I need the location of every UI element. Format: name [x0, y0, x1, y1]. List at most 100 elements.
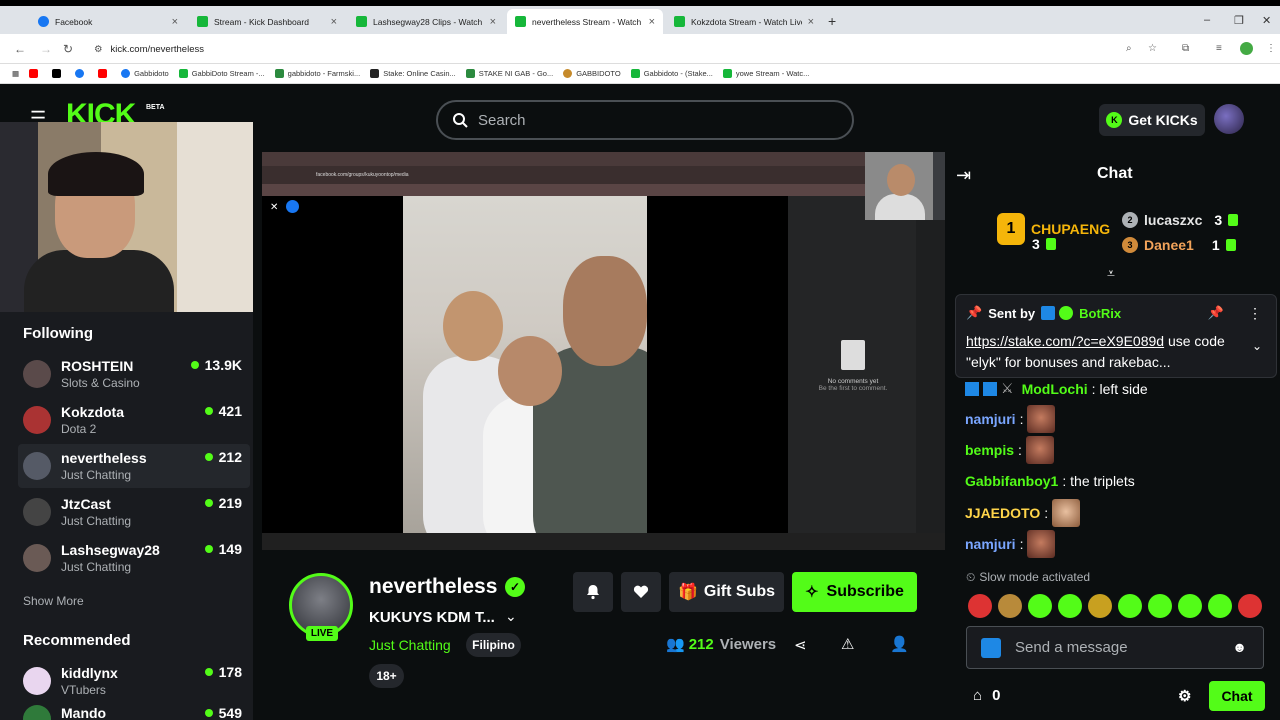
chat-message-input[interactable]: Send a message ☻: [966, 626, 1264, 669]
emote-icon[interactable]: [1118, 594, 1142, 618]
emote-icon[interactable]: [1238, 594, 1262, 618]
sidebar-item-kiddlynx[interactable]: kiddlynx VTubers 178: [18, 659, 250, 703]
emote-icon: [1027, 530, 1056, 558]
bookmark-3[interactable]: Stake: Online Casin...: [370, 69, 456, 78]
show-more-link[interactable]: Show More: [23, 594, 84, 608]
report-icon[interactable]: ⚠: [841, 635, 854, 653]
gift-subs-button[interactable]: 🎁 Gift Subs: [669, 572, 784, 612]
stream-title: KUKUYS KDM T...: [369, 609, 495, 626]
profile-avatar[interactable]: [1240, 42, 1253, 55]
sidebar-item-lashsegway28[interactable]: Lashsegway28 Just Chatting 149: [18, 536, 250, 580]
browser-tab-kick-dashboard[interactable]: Stream - Kick Dashboard ×: [189, 9, 345, 34]
live-dot-icon: [204, 668, 213, 676]
channel-name[interactable]: nevertheless: [369, 575, 497, 599]
beta-label: BETA: [146, 104, 165, 111]
verified-bot-icon: [1059, 306, 1074, 320]
unpin-icon[interactable]: 📌: [1208, 305, 1224, 321]
media-icon[interactable]: ≡: [1216, 43, 1222, 54]
emote-icon[interactable]: [1058, 594, 1082, 618]
close-tab-icon[interactable]: ×: [490, 16, 496, 28]
extensions-icon[interactable]: ⧉: [1182, 43, 1189, 54]
chat-settings-icon[interactable]: ⚙: [1178, 687, 1191, 705]
chrome-menu-icon[interactable]: ⋮: [1266, 43, 1276, 54]
back-button[interactable]: ←: [14, 42, 26, 56]
live-dot-icon: [204, 709, 213, 717]
video-player[interactable]: facebook.com/groups/kukuyoontop/media ✕ …: [262, 152, 945, 550]
user-options-icon[interactable]: 👤: [890, 635, 909, 653]
site-info-icon[interactable]: ⚙: [94, 44, 103, 55]
browser-tab-nevertheless[interactable]: nevertheless Stream - Watch Liv ×: [507, 9, 663, 34]
zoom-icon[interactable]: ⌕: [1126, 43, 1132, 54]
url-field[interactable]: ⚙ kick.com/nevertheless: [86, 38, 1146, 60]
subscribe-button[interactable]: ✧ Subscribe: [792, 572, 917, 612]
sidebar-item-roshtein[interactable]: ROSHTEIN Slots & Casino 13.9K: [18, 352, 250, 396]
bookmark-2[interactable]: gabbidoto - Farmski...: [274, 69, 360, 78]
emote-icon[interactable]: [1028, 594, 1052, 618]
new-tab-button[interactable]: +: [828, 13, 836, 29]
emote-icon[interactable]: [998, 594, 1022, 618]
notification-bell-button[interactable]: [573, 572, 613, 612]
search-icon: [453, 113, 468, 128]
bookmark-5[interactable]: GABBIDOTO: [563, 69, 621, 78]
viewer-count: 549: [204, 705, 242, 720]
send-chat-button[interactable]: Chat: [1209, 681, 1265, 711]
browser-tab-facebook[interactable]: Facebook ×: [30, 9, 186, 34]
bookmark-7[interactable]: yowe Stream - Watc...: [722, 69, 809, 78]
chevron-down-icon[interactable]: ⌄: [1252, 339, 1262, 353]
bookmark-4[interactable]: STAKE NI GAB - Go...: [465, 69, 553, 78]
pinned-message: 📌 Sent by BotRix 📌 ⋮ https://stake.com/?…: [955, 294, 1277, 378]
close-tab-icon[interactable]: ×: [331, 16, 337, 28]
sidebar-item-kokzdota[interactable]: Kokzdota Dota 2 421: [18, 398, 250, 442]
gift-icon: 🎁: [677, 584, 698, 601]
apps-icon[interactable]: ▦: [12, 69, 19, 78]
bookmark-1[interactable]: GabbiDoto Stream -...: [178, 69, 265, 78]
share-icon[interactable]: ⋖: [794, 636, 807, 654]
language-tag[interactable]: Filipino: [466, 633, 521, 657]
close-tab-icon[interactable]: ×: [649, 16, 655, 28]
viewer-count: 178: [204, 664, 242, 680]
sidebar-item-mando[interactable]: Mando 549: [18, 705, 250, 720]
browser-tab-kokzdota[interactable]: Kokzdota Stream - Watch Live o ×: [666, 9, 822, 34]
gifter-rank-2: 2 lucaszxc 3: [1122, 212, 1239, 228]
pinned-link[interactable]: https://stake.com/?c=eX9E089d: [966, 333, 1164, 349]
bookmark-6[interactable]: Gabbidoto - (Stake...: [630, 69, 713, 78]
bookmark-0[interactable]: Gabbidoto: [121, 69, 169, 78]
close-tab-icon[interactable]: ×: [172, 16, 178, 28]
facebook-bookmark-icon[interactable]: [75, 69, 88, 78]
x-icon[interactable]: [52, 69, 65, 78]
emote-icon[interactable]: [1148, 594, 1172, 618]
avatar: [23, 360, 51, 388]
bookmark-star-icon[interactable]: ☆: [1148, 43, 1157, 54]
category-link[interactable]: Just Chatting: [369, 637, 451, 653]
maximize-button[interactable]: ❐: [1234, 14, 1244, 27]
close-tab-icon[interactable]: ×: [808, 16, 814, 28]
emote-icon[interactable]: [1208, 594, 1232, 618]
youtube-icon[interactable]: [29, 69, 42, 78]
search-input[interactable]: Search: [436, 100, 854, 140]
emote-icon[interactable]: [968, 594, 992, 618]
follow-button[interactable]: [621, 572, 661, 612]
emote-icon[interactable]: [1088, 594, 1112, 618]
forward-button[interactable]: →: [40, 42, 52, 56]
browser-tab-lashsegway[interactable]: Lashsegway28 Clips - Watch Liv ×: [348, 9, 504, 34]
reload-button[interactable]: ↻: [63, 42, 73, 56]
user-avatar[interactable]: [1214, 104, 1244, 134]
get-kicks-button[interactable]: K Get KICKs: [1099, 104, 1205, 136]
following-heading: Following: [23, 325, 93, 342]
collapse-chat-icon[interactable]: ⇥: [956, 165, 971, 186]
emote-icon[interactable]: [1178, 594, 1202, 618]
minimize-button[interactable]: –: [1204, 14, 1210, 26]
person-face: [563, 256, 647, 366]
sidebar-item-nevertheless[interactable]: nevertheless Just Chatting 212: [18, 444, 250, 488]
more-options-icon[interactable]: ⋮: [1248, 305, 1262, 322]
chevron-down-icon[interactable]: ⌄: [505, 608, 517, 625]
gift-icon: [1045, 238, 1056, 250]
expand-leaderboard-icon[interactable]: ⩡: [1107, 265, 1115, 282]
youtube-icon[interactable]: [98, 69, 111, 78]
sparkle-icon: ✧: [805, 584, 819, 601]
sidebar-item-jtzcast[interactable]: JtzCast Just Chatting 219: [18, 490, 250, 534]
kicks-balance[interactable]: ⌂ 0: [973, 687, 1000, 704]
emoji-picker-icon[interactable]: ☻: [1232, 639, 1247, 655]
close-window-button[interactable]: ✕: [1262, 14, 1271, 27]
verified-icon: ✓: [505, 577, 525, 597]
